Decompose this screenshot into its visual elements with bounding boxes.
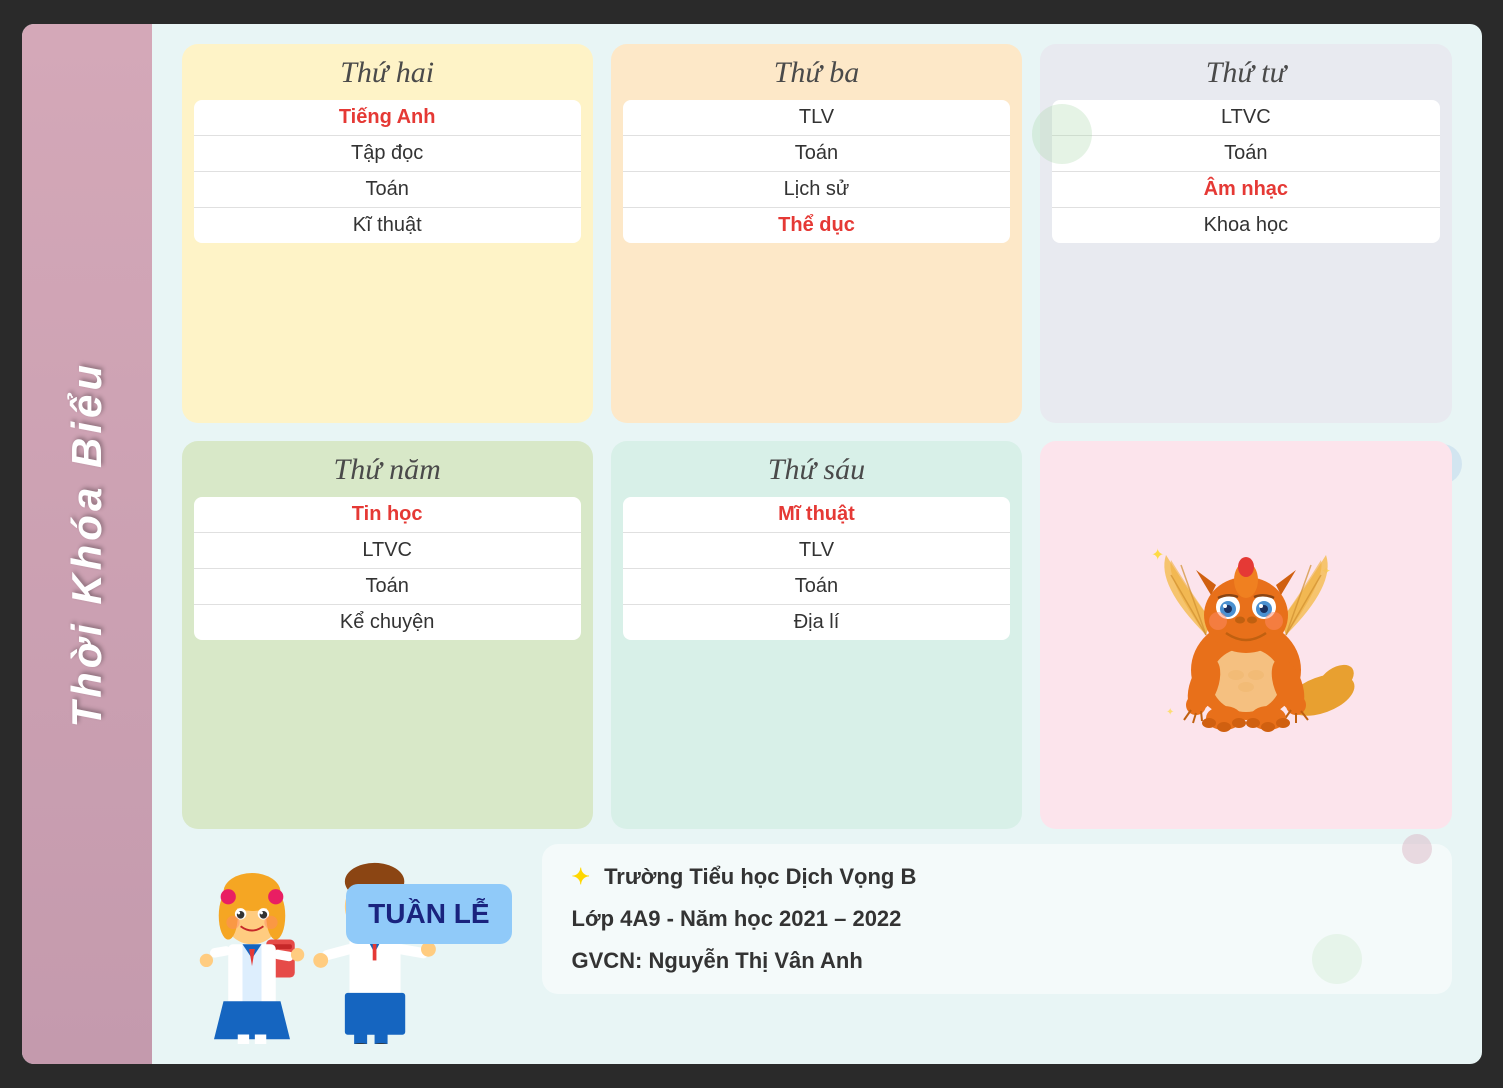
day-title-thu-ba: Thứ ba [774, 56, 860, 90]
tuan-le-label: TUẦN LỄ [368, 898, 489, 929]
table-row: Toán [194, 172, 581, 208]
day-title-thu-sau: Thứ sáu [768, 453, 865, 487]
class-line: Lớp 4A9 - Năm học 2021 – 2022 [572, 906, 1422, 932]
day-card-thu-tu: Thứ tư LTVC Toán Âm nhạc Khoa học [1040, 44, 1451, 423]
dragon-card: ✦ ✦ ✦ ✦ [1040, 441, 1451, 829]
student-boy [302, 849, 462, 1044]
day-card-thu-sau: Thứ sáu Mĩ thuật TLV Toán Địa lí [611, 441, 1022, 829]
subject-cell: Toán [194, 172, 581, 208]
table-row: Kể chuyện [194, 605, 581, 641]
main-container: Thời Khóa Biểu Thứ hai Tiếng Anh Tập đọc… [22, 24, 1482, 1064]
table-row: Thể dục [623, 208, 1010, 244]
subject-cell: Tin học [194, 497, 581, 533]
table-row: Tiếng Anh [194, 100, 581, 136]
subject-table-thu-tu: LTVC Toán Âm nhạc Khoa học [1052, 100, 1439, 243]
school-name: Trường Tiểu học Dịch Vọng B [604, 864, 916, 889]
subject-cell: Âm nhạc [1052, 172, 1439, 208]
table-row: Lịch sử [623, 172, 1010, 208]
day-title-thu-tu: Thứ tư [1206, 56, 1286, 90]
day-title-thu-nam: Thứ năm [334, 453, 441, 487]
subject-cell: Thể dục [623, 208, 1010, 244]
table-row: Tin học [194, 497, 581, 533]
students-area: TUẦN LỄ [182, 844, 522, 1044]
subject-cell: Toán [623, 136, 1010, 172]
table-row: Toán [1052, 136, 1439, 172]
subject-table-thu-hai: Tiếng Anh Tập đọc Toán Kĩ thuật [194, 100, 581, 243]
subject-cell: Tập đọc [194, 136, 581, 172]
bottom-row: TUẦN LỄ ✦ Trường Tiểu học Dịch Vọng B Lớ… [182, 844, 1452, 1044]
subject-cell: LTVC [1052, 100, 1439, 136]
deco-circle-4 [1312, 934, 1362, 984]
table-row: Địa lí [623, 605, 1010, 641]
subject-cell: Tiếng Anh [194, 100, 581, 136]
teacher-line: GVCN: Nguyễn Thị Vân Anh [572, 948, 1422, 974]
subject-cell: Địa lí [623, 605, 1010, 641]
subject-cell: Khoa học [1052, 208, 1439, 244]
subject-cell: Kể chuyện [194, 605, 581, 641]
deco-circle-1 [1032, 104, 1092, 164]
sidebar-title: Thời Khóa Biểu [63, 361, 111, 728]
teacher-name: GVCN: Nguyễn Thị Vân Anh [572, 948, 863, 973]
table-row: Mĩ thuật [623, 497, 1010, 533]
table-row: Kĩ thuật [194, 208, 581, 244]
table-row: Toán [623, 569, 1010, 605]
table-row: Khoa học [1052, 208, 1439, 244]
subject-cell: TLV [623, 533, 1010, 569]
table-row: LTVC [1052, 100, 1439, 136]
subject-cell: Lịch sử [623, 172, 1010, 208]
svg-text:✦: ✦ [1151, 547, 1164, 564]
subject-cell: Kĩ thuật [194, 208, 581, 244]
subject-cell: TLV [623, 100, 1010, 136]
table-row: Toán [623, 136, 1010, 172]
star-icon: ✦ [572, 864, 590, 889]
content-area: Thứ hai Tiếng Anh Tập đọc Toán Kĩ thuật … [152, 24, 1482, 1064]
tuan-le-badge: TUẦN LỄ [346, 884, 511, 944]
table-row: TLV [623, 533, 1010, 569]
subject-table-thu-nam: Tin học LTVC Toán Kể chuyện [194, 497, 581, 640]
subject-cell: Toán [1052, 136, 1439, 172]
student-girl [182, 854, 322, 1044]
table-row: Toán [194, 569, 581, 605]
subject-cell: Mĩ thuật [623, 497, 1010, 533]
table-row: Âm nhạc [1052, 172, 1439, 208]
school-line: ✦ Trường Tiểu học Dịch Vọng B [572, 864, 1422, 890]
svg-text:✦: ✦ [1166, 707, 1174, 718]
table-row: Tập đọc [194, 136, 581, 172]
dragon-illustration: ✦ ✦ ✦ ✦ [1136, 525, 1356, 745]
table-row: TLV [623, 100, 1010, 136]
subject-table-thu-sau: Mĩ thuật TLV Toán Địa lí [623, 497, 1010, 640]
subject-table-thu-ba: TLV Toán Lịch sử Thể dục [623, 100, 1010, 243]
day-card-thu-ba: Thứ ba TLV Toán Lịch sử Thể dục [611, 44, 1022, 423]
days-grid: Thứ hai Tiếng Anh Tập đọc Toán Kĩ thuật … [182, 44, 1452, 829]
deco-circle-3 [1402, 834, 1432, 864]
day-card-thu-nam: Thứ năm Tin học LTVC Toán Kể chuyện [182, 441, 593, 829]
day-card-thu-hai: Thứ hai Tiếng Anh Tập đọc Toán Kĩ thuật [182, 44, 593, 423]
sidebar: Thời Khóa Biểu [22, 24, 152, 1064]
day-title-thu-hai: Thứ hai [340, 56, 434, 90]
subject-cell: Toán [623, 569, 1010, 605]
subject-cell: Toán [194, 569, 581, 605]
class-info: Lớp 4A9 - Năm học 2021 – 2022 [572, 906, 902, 931]
subject-cell: LTVC [194, 533, 581, 569]
table-row: LTVC [194, 533, 581, 569]
